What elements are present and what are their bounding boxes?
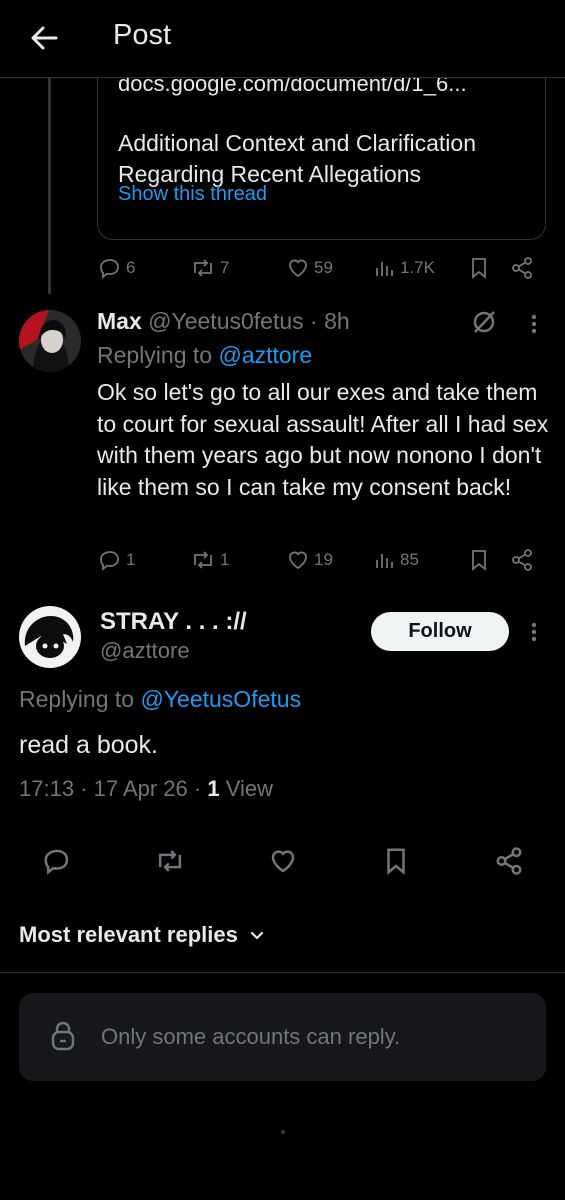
page-title: Post (113, 19, 172, 51)
divider (0, 972, 565, 973)
lock-icon (49, 1020, 77, 1052)
avatar[interactable] (19, 606, 81, 668)
avatar[interactable] (19, 310, 81, 372)
views-button[interactable]: 1.7K (374, 256, 435, 280)
reply-button[interactable] (42, 846, 72, 876)
tweet-author-row: Max @Yeetus0fetus · 8h (97, 308, 350, 335)
reply-sort-dropdown[interactable]: Most relevant replies (19, 922, 266, 948)
thread-connector (48, 78, 51, 294)
heart-icon (289, 259, 307, 278)
tweet-text: read a book. (19, 731, 158, 759)
repost-button[interactable]: 1 (190, 548, 229, 572)
repost-count: 1 (220, 550, 230, 569)
bookmark-button[interactable] (468, 256, 490, 280)
replying-to: Replying to @YeetusOfetus (19, 686, 302, 712)
views-icon (376, 554, 393, 568)
share-button[interactable] (510, 548, 534, 572)
replying-to-handle[interactable]: @YeetusOfetus (140, 686, 301, 712)
more-options-icon[interactable] (524, 618, 544, 646)
grok-icon[interactable] (470, 308, 498, 336)
post-metadata: 17:13 · 17 Apr 26 · 1 View (19, 776, 273, 802)
tweet-text: Ok so let's go to all our exes and take … (97, 379, 549, 500)
views-icon (376, 262, 393, 276)
reply-restriction-text: Only some accounts can reply. (101, 1024, 401, 1049)
reply-icon (100, 551, 119, 571)
replying-to-handle[interactable]: @azttore (218, 342, 312, 368)
heart-icon (289, 551, 307, 570)
reply-icon (44, 849, 69, 875)
like-count: 19 (314, 550, 333, 569)
repost-icon (158, 850, 182, 872)
follow-button[interactable]: Follow (371, 612, 509, 651)
scroll-indicator (281, 1130, 285, 1134)
view-count: 85 (400, 550, 419, 569)
reply-button[interactable]: 1 (98, 548, 135, 572)
show-thread-link[interactable]: Show this thread (118, 183, 267, 206)
share-icon (512, 549, 532, 571)
like-button[interactable]: 19 (286, 548, 333, 572)
author-name[interactable]: STRAY . . . :// (100, 608, 247, 636)
repost-icon (194, 551, 212, 569)
bookmark-icon (472, 550, 486, 571)
repost-count: 7 (220, 258, 230, 277)
share-button[interactable] (494, 846, 524, 876)
repost-button[interactable] (154, 846, 186, 876)
share-icon (512, 257, 532, 279)
repost-button[interactable]: 7 (190, 256, 229, 280)
more-options-icon[interactable] (524, 310, 544, 338)
reply-restriction-notice: Only some accounts can reply. (19, 993, 546, 1081)
repost-icon (194, 259, 212, 277)
top-bar: Post (0, 0, 565, 78)
heart-icon (271, 850, 295, 873)
reply-button[interactable]: 6 (98, 256, 135, 280)
sort-label: Most relevant replies (19, 922, 238, 947)
link-preview-card[interactable]: docs.google.com/document/d/1_6... Additi… (97, 50, 546, 240)
author-handle[interactable]: @Yeetus0fetus (148, 308, 304, 334)
bookmark-icon (472, 258, 486, 279)
reply-count: 1 (126, 550, 136, 569)
reply-icon (100, 259, 119, 279)
like-button[interactable]: 59 (286, 256, 333, 280)
view-label: View (219, 776, 273, 801)
post-time: · 8h (310, 308, 350, 334)
card-title: Additional Context and Clarification Reg… (118, 130, 476, 187)
like-count: 59 (314, 258, 333, 277)
post-timestamp: 17:13 · 17 Apr 26 · (19, 776, 208, 801)
bookmark-icon (387, 848, 405, 875)
reply-count: 6 (126, 258, 136, 277)
like-button[interactable] (268, 846, 298, 876)
share-icon (496, 847, 522, 875)
views-button[interactable]: 85 (374, 548, 419, 572)
view-count: 1 (207, 776, 220, 801)
chevron-down-icon (250, 931, 263, 940)
author-handle[interactable]: @azttore (100, 638, 190, 664)
share-button[interactable] (510, 256, 534, 280)
back-arrow-icon[interactable] (26, 20, 62, 56)
view-count: 1.7K (400, 258, 435, 277)
bookmark-button[interactable] (468, 548, 490, 572)
replying-to: Replying to @azttore (97, 342, 313, 368)
bookmark-button[interactable] (382, 846, 410, 876)
author-name[interactable]: Max (97, 308, 142, 334)
